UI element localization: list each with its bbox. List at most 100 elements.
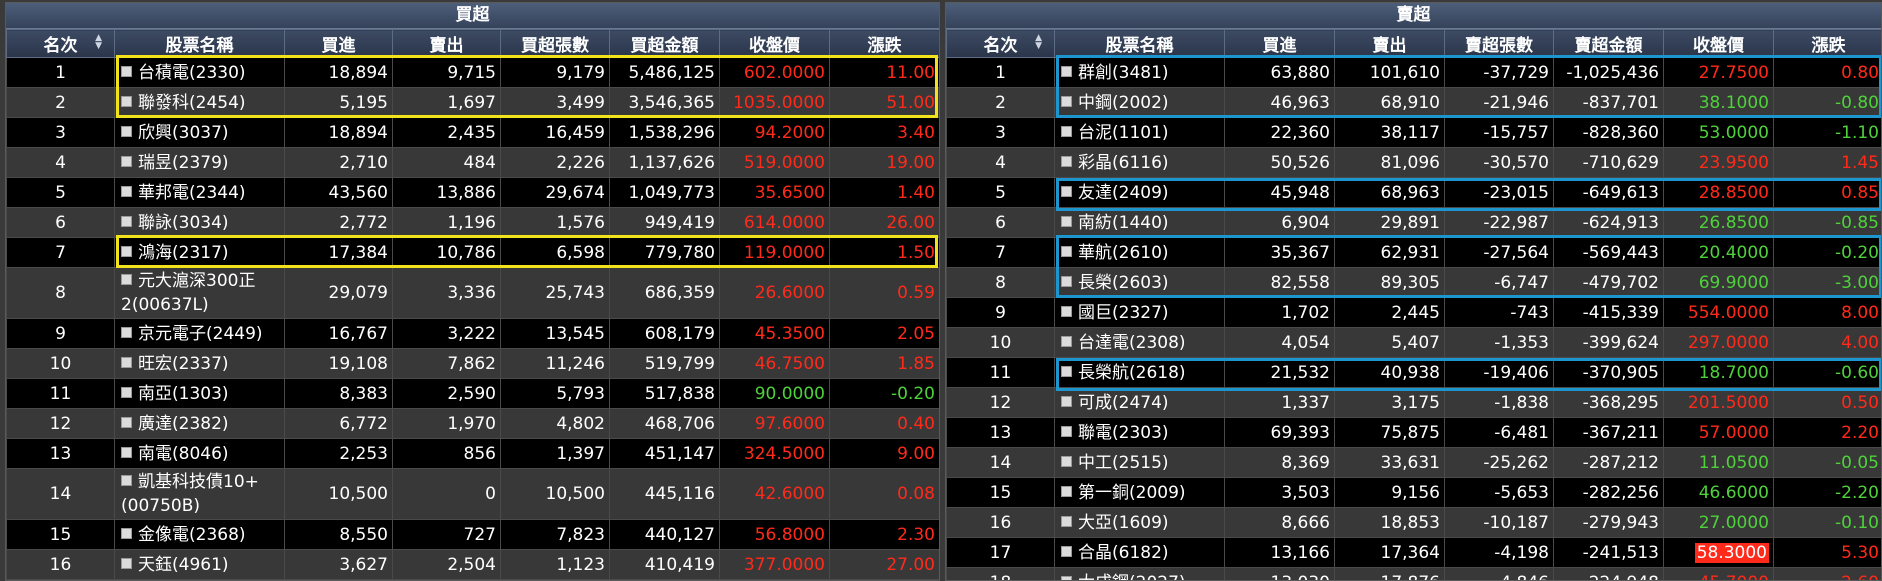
stock-name[interactable]: 欣興(3037) xyxy=(138,123,229,143)
stock-name[interactable]: 天鈺(4961) xyxy=(138,555,229,575)
stock-name-cell[interactable]: 台泥(1101) xyxy=(1054,117,1225,148)
stock-name[interactable]: 華航(2610) xyxy=(1078,243,1169,263)
table-row[interactable]: 1 群創(3481) 63,880 101,610 -37,729 -1,025,436 2… xyxy=(946,57,1881,88)
table-row[interactable]: 14 中工(2515) 8,369 33,631 -25,262 -287,212 11.0… xyxy=(946,447,1881,478)
stock-name[interactable]: 台積電(2330) xyxy=(138,63,246,83)
table-row[interactable]: 12 廣達(2382) 6,772 1,970 4,802 468,706 97.6000 0… xyxy=(6,408,939,439)
stock-name[interactable]: 大亞(1609) xyxy=(1078,513,1169,533)
col-net-amount[interactable]: 買超金額 xyxy=(609,29,720,58)
row-checkbox[interactable] xyxy=(1061,185,1072,197)
stock-name-cell[interactable]: 南紡(1440) xyxy=(1054,207,1225,238)
row-checkbox[interactable] xyxy=(121,274,132,285)
col-net-amount[interactable]: 賣超金額 xyxy=(1553,29,1664,58)
stock-name-cell[interactable]: 聯詠(3034) xyxy=(114,207,285,238)
stock-name-cell[interactable]: 台積電(2330) xyxy=(114,57,285,88)
row-checkbox[interactable] xyxy=(1061,305,1072,317)
row-checkbox[interactable] xyxy=(121,446,132,458)
stock-name[interactable]: 中工(2515) xyxy=(1078,453,1169,473)
row-checkbox[interactable] xyxy=(1061,545,1072,557)
table-row[interactable]: 6 南紡(1440) 6,904 29,891 -22,987 -624,913 26.85… xyxy=(946,207,1881,238)
stock-name[interactable]: 長榮(2603) xyxy=(1078,273,1169,293)
row-checkbox[interactable] xyxy=(1061,125,1072,137)
stock-name-cell[interactable]: 南亞(1303) xyxy=(114,378,285,409)
table-row[interactable]: 5 友達(2409) 45,948 68,963 -23,015 -649,613 28.8… xyxy=(946,177,1881,208)
stock-name-cell[interactable]: 第一銅(2009) xyxy=(1054,477,1225,508)
col-close[interactable]: 收盤價 xyxy=(719,29,830,58)
stock-name[interactable]: 南電(8046) xyxy=(138,444,229,464)
table-row[interactable]: 2 聯發科(2454) 5,195 1,697 3,499 3,546,365 1035.0… xyxy=(6,87,939,118)
table-row[interactable]: 6 聯詠(3034) 2,772 1,196 1,576 949,419 614.0000 2… xyxy=(6,207,939,238)
col-rank[interactable]: 名次 ▲ ▼ xyxy=(6,29,115,58)
stock-name[interactable]: 京元電子(2449) xyxy=(138,324,263,344)
stock-name-cell[interactable]: 大亞(1609) xyxy=(1054,507,1225,538)
stock-name[interactable]: 鴻海(2317) xyxy=(138,243,229,263)
sort-icon[interactable]: ▲ ▼ xyxy=(1035,34,1042,51)
table-row[interactable]: 15 第一銅(2009) 3,503 9,156 -5,653 -282,256 46.60… xyxy=(946,477,1881,508)
col-sell[interactable]: 賣出 xyxy=(392,29,501,58)
stock-name-cell[interactable]: 群創(3481) xyxy=(1054,57,1225,88)
stock-name[interactable]: 合晶(6182) xyxy=(1078,543,1169,563)
stock-name[interactable]: 聯詠(3034) xyxy=(138,213,229,233)
row-checkbox[interactable] xyxy=(121,125,132,137)
row-checkbox[interactable] xyxy=(1061,245,1072,257)
row-checkbox[interactable] xyxy=(121,326,132,338)
sort-icon[interactable]: ▲ ▼ xyxy=(95,34,102,51)
table-row[interactable]: 9 國巨(2327) 1,702 2,445 -743 -415,339 554.0000 8… xyxy=(946,297,1881,328)
stock-name-cell[interactable]: 台達電(2308) xyxy=(1054,327,1225,358)
table-row[interactable]: 18 大成鋼(2027) 13,03017,876-4,846-224,948 45.… xyxy=(946,567,1881,581)
row-checkbox[interactable] xyxy=(121,475,132,486)
row-checkbox[interactable] xyxy=(1061,455,1072,467)
stock-name-cell[interactable]: 瑞昱(2379) xyxy=(114,147,285,178)
row-checkbox[interactable] xyxy=(1061,485,1072,497)
table-row[interactable]: 10 旺宏(2337) 19,108 7,862 11,246 519,799 46.750… xyxy=(6,348,939,379)
table-row[interactable]: 8 長榮(2603) 82,558 89,305 -6,747 -479,702 69.90… xyxy=(946,267,1881,298)
row-checkbox[interactable] xyxy=(1061,365,1072,377)
row-checkbox[interactable] xyxy=(121,185,132,197)
stock-name[interactable]: 聯發科(2454) xyxy=(138,93,246,113)
row-checkbox[interactable] xyxy=(1061,155,1072,167)
table-row[interactable]: 12 可成(2474) 1,337 3,175 -1,838 -368,295 201.50… xyxy=(946,387,1881,418)
stock-name-cell[interactable]: 南電(8046) xyxy=(114,438,285,469)
stock-name-cell[interactable]: 大成鋼(2027) xyxy=(1054,567,1225,581)
row-checkbox[interactable] xyxy=(1061,275,1072,287)
table-row[interactable]: 11 南亞(1303) 8,383 2,590 5,793 517,838 90.0000-… xyxy=(6,378,939,409)
table-row[interactable]: 16 大亞(1609) 8,666 18,853 -10,187 -279,943 27.0… xyxy=(946,507,1881,538)
stock-name-cell[interactable]: 鴻海(2317) xyxy=(114,237,285,268)
stock-name[interactable]: 台泥(1101) xyxy=(1078,123,1169,143)
stock-name[interactable]: 元大滬深300正2(00637L) xyxy=(121,271,255,315)
row-checkbox[interactable] xyxy=(121,65,132,77)
row-checkbox[interactable] xyxy=(121,416,132,428)
row-checkbox[interactable] xyxy=(121,215,132,227)
stock-name-cell[interactable]: 可成(2474) xyxy=(1054,387,1225,418)
table-row[interactable]: 2 中鋼(2002) 46,963 68,910 -21,946 -837,701 38.1… xyxy=(946,87,1881,118)
row-checkbox[interactable] xyxy=(121,155,132,167)
stock-name[interactable]: 凱基科技債10+(00750B) xyxy=(121,472,259,516)
stock-name-cell[interactable]: 聯電(2303) xyxy=(1054,417,1225,448)
col-change[interactable]: 漲跌 xyxy=(1773,29,1881,58)
stock-name[interactable]: 旺宏(2337) xyxy=(138,354,229,374)
col-net-shares[interactable]: 賣超張數 xyxy=(1444,29,1554,58)
stock-name[interactable]: 台達電(2308) xyxy=(1078,333,1186,353)
stock-name[interactable]: 南亞(1303) xyxy=(138,384,229,404)
row-checkbox[interactable] xyxy=(121,356,132,368)
stock-name-cell[interactable]: 京元電子(2449) xyxy=(114,318,285,349)
col-buy[interactable]: 買進 xyxy=(284,29,393,58)
table-row[interactable]: 7 鴻海(2317) 17,384 10,786 6,598 779,780 119.000… xyxy=(6,237,939,268)
table-row[interactable]: 9 京元電子(2449) 16,767 3,222 13,545 608,179 45.35… xyxy=(6,318,939,349)
stock-name[interactable]: 華邦電(2344) xyxy=(138,183,246,203)
table-row[interactable]: 5 華邦電(2344) 43,560 13,886 29,674 1,049,773 35.… xyxy=(6,177,939,208)
table-row[interactable]: 11 長榮航(2618) 21,532 40,938 -19,406 -370,905 18… xyxy=(946,357,1881,388)
table-row[interactable]: 1 台積電(2330) 18,894 9,715 9,179 5,486,125 602.0… xyxy=(6,57,939,88)
row-checkbox[interactable] xyxy=(1061,575,1072,580)
stock-name[interactable]: 國巨(2327) xyxy=(1078,303,1169,323)
stock-name-cell[interactable]: 廣達(2382) xyxy=(114,408,285,439)
col-name[interactable]: 股票名稱 xyxy=(1054,29,1225,58)
row-checkbox[interactable] xyxy=(121,245,132,257)
stock-name[interactable]: 大成鋼(2027) xyxy=(1078,573,1186,581)
row-checkbox[interactable] xyxy=(1061,515,1072,527)
col-sell[interactable]: 賣出 xyxy=(1334,29,1445,58)
stock-name[interactable]: 群創(3481) xyxy=(1078,63,1169,83)
col-rank[interactable]: 名次 ▲ ▼ xyxy=(946,29,1055,58)
stock-name-cell[interactable]: 合晶(6182) xyxy=(1054,537,1225,568)
stock-name[interactable]: 可成(2474) xyxy=(1078,393,1169,413)
